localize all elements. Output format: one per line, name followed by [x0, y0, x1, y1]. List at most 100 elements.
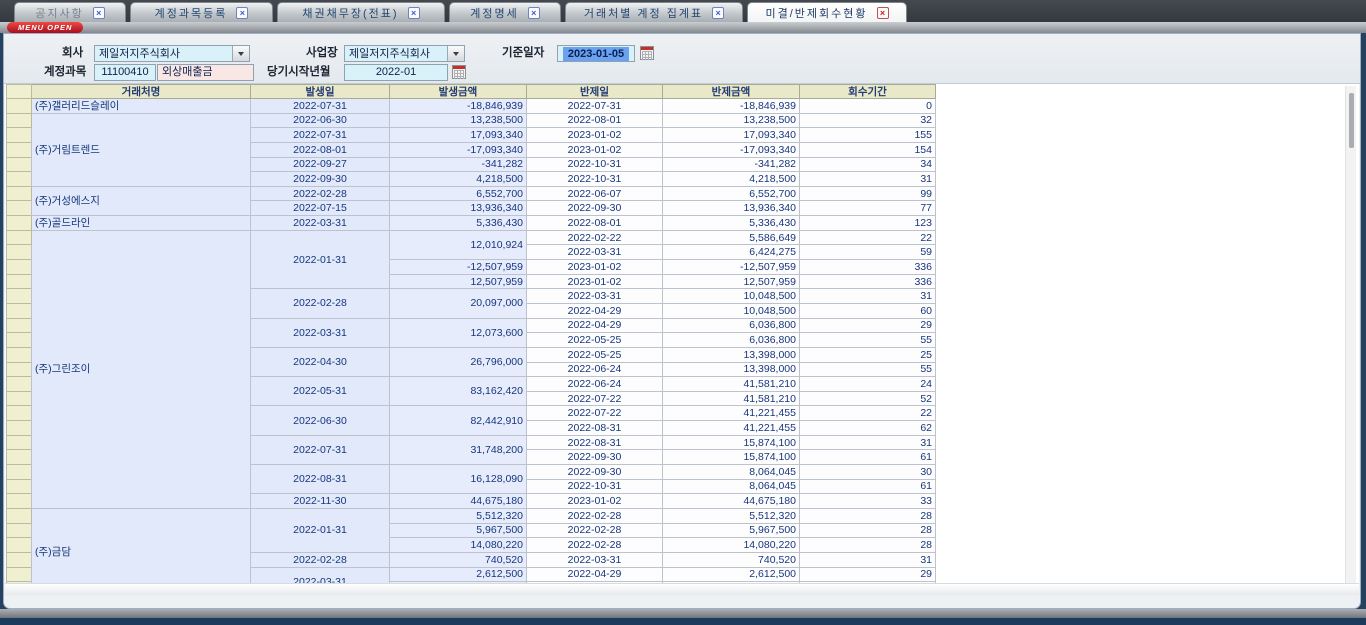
row-selector-cell[interactable]: [7, 113, 32, 128]
row-selector-cell[interactable]: [7, 494, 32, 509]
tab-close-icon[interactable]: ×: [712, 7, 724, 19]
tab-item[interactable]: 공지사항×: [14, 2, 126, 22]
occurrence-amount-cell[interactable]: -341,282: [390, 157, 527, 172]
row-selector-cell[interactable]: [7, 245, 32, 260]
settlement-date-cell[interactable]: 2022-07-22: [527, 391, 663, 406]
settlement-date-cell[interactable]: 2022-10-31: [527, 479, 663, 494]
collection-days-cell[interactable]: 77: [800, 201, 936, 216]
settlement-date-cell[interactable]: 2022-03-31: [527, 245, 663, 260]
occurrence-date-cell[interactable]: 2022-04-30: [251, 347, 390, 376]
collection-days-cell[interactable]: 99: [800, 186, 936, 201]
customer-name-cell[interactable]: (주)그린조이: [32, 230, 251, 508]
settlement-date-cell[interactable]: 2022-03-31: [527, 289, 663, 304]
occurrence-date-cell[interactable]: 2022-07-31: [251, 128, 390, 143]
company-dropdown-icon[interactable]: [232, 46, 249, 61]
settlement-date-cell[interactable]: 2022-10-31: [527, 172, 663, 187]
settlement-amount-cell[interactable]: 41,221,455: [663, 421, 800, 436]
row-selector-cell[interactable]: [7, 186, 32, 201]
tab-item[interactable]: 계정명세×: [449, 2, 561, 22]
row-selector-cell[interactable]: [7, 333, 32, 348]
row-selector-cell[interactable]: [7, 421, 32, 436]
settlement-amount-cell[interactable]: 14,080,220: [663, 538, 800, 553]
occurrence-date-cell[interactable]: 2022-11-30: [251, 494, 390, 509]
collection-days-cell[interactable]: 32: [800, 113, 936, 128]
settlement-amount-cell[interactable]: 17,093,340: [663, 128, 800, 143]
settlement-date-cell[interactable]: 2022-09-30: [527, 201, 663, 216]
settlement-amount-cell[interactable]: 6,424,275: [663, 245, 800, 260]
tab-item[interactable]: 거래처별 계정 집계표×: [565, 2, 743, 22]
collection-days-cell[interactable]: 60: [800, 303, 936, 318]
settlement-amount-cell[interactable]: -17,093,340: [663, 142, 800, 157]
settlement-date-cell[interactable]: 2022-02-28: [527, 538, 663, 553]
occurrence-amount-cell[interactable]: 740,520: [390, 552, 527, 567]
settlement-amount-cell[interactable]: 15,874,100: [663, 435, 800, 450]
settlement-amount-cell[interactable]: 10,048,500: [663, 289, 800, 304]
collection-days-cell[interactable]: 31: [800, 289, 936, 304]
occurrence-amount-cell[interactable]: -18,846,939: [390, 99, 527, 114]
occurrence-date-cell[interactable]: 2022-09-27: [251, 157, 390, 172]
occurrence-amount-cell[interactable]: 5,967,500: [390, 523, 527, 538]
row-selector-cell[interactable]: [7, 289, 32, 304]
collection-days-cell[interactable]: 24: [800, 377, 936, 392]
customer-name-cell[interactable]: (주)골드라인: [32, 216, 251, 231]
settlement-date-cell[interactable]: 2022-02-28: [527, 508, 663, 523]
settlement-amount-cell[interactable]: 5,336,430: [663, 216, 800, 231]
row-selector-cell[interactable]: [7, 538, 32, 553]
settlement-amount-cell[interactable]: 8,064,045: [663, 479, 800, 494]
collection-days-cell[interactable]: 55: [800, 333, 936, 348]
settlement-amount-cell[interactable]: 10,048,500: [663, 303, 800, 318]
occurrence-amount-cell[interactable]: 12,010,924: [390, 230, 527, 259]
occurrence-date-cell[interactable]: 2022-01-31: [251, 508, 390, 552]
table-row[interactable]: (주)골드라인2022-03-315,336,4302022-08-015,33…: [7, 216, 936, 231]
table-row[interactable]: (주)갤러리드슬레이2022-07-31-18,846,9392022-07-3…: [7, 99, 936, 114]
row-selector-cell[interactable]: [7, 274, 32, 289]
row-selector-cell[interactable]: [7, 406, 32, 421]
settlement-date-cell[interactable]: 2022-05-25: [527, 333, 663, 348]
vertical-scrollbar[interactable]: [1345, 86, 1356, 583]
collection-days-cell[interactable]: 34: [800, 157, 936, 172]
collection-days-cell[interactable]: 30: [800, 465, 936, 480]
collection-days-cell[interactable]: 22: [800, 230, 936, 245]
settlement-date-cell[interactable]: 2022-02-22: [527, 230, 663, 245]
settlement-date-cell[interactable]: 2022-08-01: [527, 216, 663, 231]
settlement-date-cell[interactable]: 2022-07-22: [527, 406, 663, 421]
settlement-date-cell[interactable]: 2023-01-02: [527, 274, 663, 289]
occurrence-date-cell[interactable]: 2022-05-31: [251, 377, 390, 406]
settlement-date-cell[interactable]: 2022-06-24: [527, 362, 663, 377]
occurrence-date-cell[interactable]: 2022-08-31: [251, 465, 390, 494]
row-selector-cell[interactable]: [7, 99, 32, 114]
occurrence-amount-cell[interactable]: 17,093,340: [390, 128, 527, 143]
collection-days-cell[interactable]: 28: [800, 523, 936, 538]
row-selector-cell[interactable]: [7, 567, 32, 582]
occurrence-amount-cell[interactable]: 14,080,220: [390, 538, 527, 553]
row-selector-cell[interactable]: [7, 523, 32, 538]
settlement-amount-cell[interactable]: 6,036,800: [663, 333, 800, 348]
settlement-date-cell[interactable]: 2023-01-02: [527, 494, 663, 509]
settlement-date-cell[interactable]: 2022-05-25: [527, 347, 663, 362]
tab-close-icon[interactable]: ×: [93, 7, 105, 19]
occurrence-date-cell[interactable]: 2022-02-28: [251, 186, 390, 201]
occurrence-date-cell[interactable]: 2022-02-28: [251, 289, 390, 318]
settlement-date-cell[interactable]: 2023-01-02: [527, 128, 663, 143]
row-selector-cell[interactable]: [7, 450, 32, 465]
tab-item[interactable]: 계정과목등록×: [130, 2, 273, 22]
collection-days-cell[interactable]: 61: [800, 479, 936, 494]
settlement-amount-cell[interactable]: 41,581,210: [663, 391, 800, 406]
collection-days-cell[interactable]: 29: [800, 567, 936, 582]
table-row[interactable]: (주)거성에스지2022-02-286,552,7002022-06-076,5…: [7, 186, 936, 201]
collection-days-cell[interactable]: 33: [800, 494, 936, 509]
occurrence-amount-cell[interactable]: -12,507,959: [390, 260, 527, 275]
period-calendar-icon[interactable]: [452, 65, 466, 79]
settlement-amount-cell[interactable]: 5,586,649: [663, 230, 800, 245]
row-selector-cell[interactable]: [7, 201, 32, 216]
collection-days-cell[interactable]: 31: [800, 552, 936, 567]
settlement-date-cell[interactable]: 2022-10-31: [527, 157, 663, 172]
occurrence-amount-cell[interactable]: 16,128,090: [390, 465, 527, 494]
row-selector-cell[interactable]: [7, 216, 32, 231]
collection-days-cell[interactable]: 52: [800, 391, 936, 406]
collection-days-cell[interactable]: 336: [800, 260, 936, 275]
collection-days-cell[interactable]: 62: [800, 421, 936, 436]
settlement-date-cell[interactable]: 2022-07-31: [527, 99, 663, 114]
row-selector-cell[interactable]: [7, 552, 32, 567]
menu-open-button[interactable]: MENU OPEN: [7, 22, 83, 33]
